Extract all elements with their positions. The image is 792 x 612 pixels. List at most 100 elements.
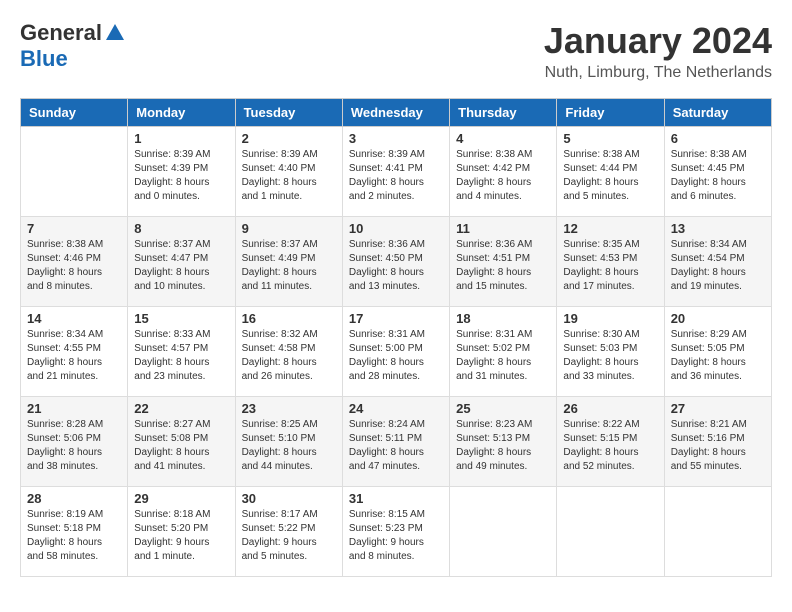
day-number: 11 xyxy=(456,221,550,236)
day-number: 30 xyxy=(242,491,336,506)
calendar-cell: 14 Sunrise: 8:34 AMSunset: 4:55 PMDayligh… xyxy=(21,307,128,397)
day-info: Sunrise: 8:28 AMSunset: 5:06 PMDaylight:… xyxy=(27,418,121,474)
day-number: 1 xyxy=(134,131,228,146)
day-number: 9 xyxy=(242,221,336,236)
weekday-wednesday: Wednesday xyxy=(342,99,449,127)
weekday-thursday: Thursday xyxy=(450,99,557,127)
weekday-friday: Friday xyxy=(557,99,664,127)
title-section: January 2024 Nuth, Limburg, The Netherla… xyxy=(544,20,772,82)
calendar-cell: 13 Sunrise: 8:34 AMSunset: 4:54 PMDayligh… xyxy=(664,217,771,307)
day-number: 6 xyxy=(671,131,765,146)
calendar-cell: 21 Sunrise: 8:28 AMSunset: 5:06 PMDayligh… xyxy=(21,397,128,487)
calendar-cell: 2 Sunrise: 8:39 AMSunset: 4:40 PMDaylight… xyxy=(235,127,342,217)
day-info: Sunrise: 8:31 AMSunset: 5:00 PMDaylight:… xyxy=(349,328,443,384)
day-number: 2 xyxy=(242,131,336,146)
day-number: 21 xyxy=(27,401,121,416)
day-number: 18 xyxy=(456,311,550,326)
day-info: Sunrise: 8:38 AMSunset: 4:44 PMDaylight:… xyxy=(563,148,657,204)
calendar-cell: 17 Sunrise: 8:31 AMSunset: 5:00 PMDayligh… xyxy=(342,307,449,397)
day-info: Sunrise: 8:39 AMSunset: 4:39 PMDaylight:… xyxy=(134,148,228,204)
day-number: 4 xyxy=(456,131,550,146)
day-number: 24 xyxy=(349,401,443,416)
calendar-cell: 27 Sunrise: 8:21 AMSunset: 5:16 PMDayligh… xyxy=(664,397,771,487)
day-number: 13 xyxy=(671,221,765,236)
calendar-cell: 16 Sunrise: 8:32 AMSunset: 4:58 PMDayligh… xyxy=(235,307,342,397)
weekday-header-row: SundayMondayTuesdayWednesdayThursdayFrid… xyxy=(21,99,772,127)
calendar-cell: 29 Sunrise: 8:18 AMSunset: 5:20 PMDayligh… xyxy=(128,487,235,577)
day-info: Sunrise: 8:38 AMSunset: 4:42 PMDaylight:… xyxy=(456,148,550,204)
calendar-cell: 5 Sunrise: 8:38 AMSunset: 4:44 PMDaylight… xyxy=(557,127,664,217)
day-info: Sunrise: 8:37 AMSunset: 4:49 PMDaylight:… xyxy=(242,238,336,294)
day-number: 10 xyxy=(349,221,443,236)
calendar-cell: 9 Sunrise: 8:37 AMSunset: 4:49 PMDaylight… xyxy=(235,217,342,307)
day-info: Sunrise: 8:32 AMSunset: 4:58 PMDaylight:… xyxy=(242,328,336,384)
calendar-body: 1 Sunrise: 8:39 AMSunset: 4:39 PMDaylight… xyxy=(21,127,772,577)
day-info: Sunrise: 8:36 AMSunset: 4:51 PMDaylight:… xyxy=(456,238,550,294)
week-row-1: 1 Sunrise: 8:39 AMSunset: 4:39 PMDaylight… xyxy=(21,127,772,217)
day-number: 16 xyxy=(242,311,336,326)
day-number: 23 xyxy=(242,401,336,416)
calendar-cell: 12Sunrise: 8:35 AMSunset: 4:53 PMDayligh… xyxy=(557,217,664,307)
day-number: 29 xyxy=(134,491,228,506)
day-number: 15 xyxy=(134,311,228,326)
day-info: Sunrise: 8:21 AMSunset: 5:16 PMDaylight:… xyxy=(671,418,765,474)
calendar-cell xyxy=(557,487,664,577)
week-row-3: 14 Sunrise: 8:34 AMSunset: 4:55 PMDayligh… xyxy=(21,307,772,397)
weekday-sunday: Sunday xyxy=(21,99,128,127)
calendar-cell: 11 Sunrise: 8:36 AMSunset: 4:51 PMDayligh… xyxy=(450,217,557,307)
week-row-5: 28 Sunrise: 8:19 AMSunset: 5:18 PMDayligh… xyxy=(21,487,772,577)
day-info: Sunrise: 8:36 AMSunset: 4:50 PMDaylight:… xyxy=(349,238,443,294)
day-info: Sunrise: 8:22 AMSunset: 5:15 PMDaylight:… xyxy=(563,418,657,474)
day-info: Sunrise: 8:38 AMSunset: 4:46 PMDaylight:… xyxy=(27,238,121,294)
calendar-cell: 15 Sunrise: 8:33 AMSunset: 4:57 PMDayligh… xyxy=(128,307,235,397)
calendar-cell: 1 Sunrise: 8:39 AMSunset: 4:39 PMDaylight… xyxy=(128,127,235,217)
calendar-cell: 20Sunrise: 8:29 AMSunset: 5:05 PMDayligh… xyxy=(664,307,771,397)
calendar-cell: 10 Sunrise: 8:36 AMSunset: 4:50 PMDayligh… xyxy=(342,217,449,307)
day-info: Sunrise: 8:18 AMSunset: 5:20 PMDaylight:… xyxy=(134,508,228,564)
calendar-cell: 4 Sunrise: 8:38 AMSunset: 4:42 PMDaylight… xyxy=(450,127,557,217)
day-info: Sunrise: 8:30 AMSunset: 5:03 PMDaylight:… xyxy=(563,328,657,384)
day-info: Sunrise: 8:24 AMSunset: 5:11 PMDaylight:… xyxy=(349,418,443,474)
calendar-cell: 22Sunrise: 8:27 AMSunset: 5:08 PMDayligh… xyxy=(128,397,235,487)
calendar-cell: 28 Sunrise: 8:19 AMSunset: 5:18 PMDayligh… xyxy=(21,487,128,577)
day-info: Sunrise: 8:25 AMSunset: 5:10 PMDaylight:… xyxy=(242,418,336,474)
day-number: 5 xyxy=(563,131,657,146)
day-info: Sunrise: 8:39 AMSunset: 4:40 PMDaylight:… xyxy=(242,148,336,204)
day-number: 19 xyxy=(563,311,657,326)
calendar-cell: 8 Sunrise: 8:37 AMSunset: 4:47 PMDaylight… xyxy=(128,217,235,307)
calendar-cell: 25Sunrise: 8:23 AMSunset: 5:13 PMDayligh… xyxy=(450,397,557,487)
day-info: Sunrise: 8:37 AMSunset: 4:47 PMDaylight:… xyxy=(134,238,228,294)
calendar-cell: 24 Sunrise: 8:24 AMSunset: 5:11 PMDayligh… xyxy=(342,397,449,487)
day-info: Sunrise: 8:31 AMSunset: 5:02 PMDaylight:… xyxy=(456,328,550,384)
month-title: January 2024 xyxy=(544,20,772,62)
day-info: Sunrise: 8:23 AMSunset: 5:13 PMDaylight:… xyxy=(456,418,550,474)
day-info: Sunrise: 8:19 AMSunset: 5:18 PMDaylight:… xyxy=(27,508,121,564)
day-number: 26 xyxy=(563,401,657,416)
day-number: 28 xyxy=(27,491,121,506)
day-number: 7 xyxy=(27,221,121,236)
calendar-cell xyxy=(450,487,557,577)
calendar-cell xyxy=(21,127,128,217)
day-info: Sunrise: 8:29 AMSunset: 5:05 PMDaylight:… xyxy=(671,328,765,384)
day-number: 14 xyxy=(27,311,121,326)
calendar-cell: 23 Sunrise: 8:25 AMSunset: 5:10 PMDayligh… xyxy=(235,397,342,487)
day-number: 31 xyxy=(349,491,443,506)
day-number: 8 xyxy=(134,221,228,236)
calendar-cell: 26 Sunrise: 8:22 AMSunset: 5:15 PMDayligh… xyxy=(557,397,664,487)
week-row-4: 21 Sunrise: 8:28 AMSunset: 5:06 PMDayligh… xyxy=(21,397,772,487)
calendar-cell: 18 Sunrise: 8:31 AMSunset: 5:02 PMDayligh… xyxy=(450,307,557,397)
logo-general: General xyxy=(20,20,102,46)
calendar-cell: 3Sunrise: 8:39 AMSunset: 4:41 PMDaylight… xyxy=(342,127,449,217)
day-number: 27 xyxy=(671,401,765,416)
calendar-cell: 6Sunrise: 8:38 AMSunset: 4:45 PMDaylight… xyxy=(664,127,771,217)
day-info: Sunrise: 8:27 AMSunset: 5:08 PMDaylight:… xyxy=(134,418,228,474)
calendar-cell: 7 Sunrise: 8:38 AMSunset: 4:46 PMDaylight… xyxy=(21,217,128,307)
day-info: Sunrise: 8:34 AMSunset: 4:55 PMDaylight:… xyxy=(27,328,121,384)
day-number: 3 xyxy=(349,131,443,146)
day-info: Sunrise: 8:33 AMSunset: 4:57 PMDaylight:… xyxy=(134,328,228,384)
page-header: General Blue January 2024 Nuth, Limburg,… xyxy=(20,20,772,82)
week-row-2: 7 Sunrise: 8:38 AMSunset: 4:46 PMDaylight… xyxy=(21,217,772,307)
day-number: 17 xyxy=(349,311,443,326)
day-info: Sunrise: 8:34 AMSunset: 4:54 PMDaylight:… xyxy=(671,238,765,294)
logo-icon xyxy=(104,22,126,44)
